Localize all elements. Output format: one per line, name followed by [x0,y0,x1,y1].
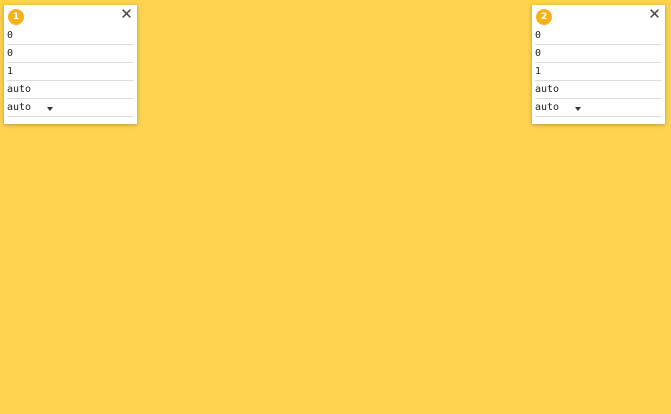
close-icon[interactable]: ✕ [647,6,662,23]
flex-grow-input[interactable]: 0 [7,45,133,63]
flex-grow-input[interactable]: 0 [535,45,661,63]
align-self-select[interactable]: auto [535,99,661,117]
chevron-down-icon [47,107,53,111]
flex-item-card: 2 ✕ 0 0 1 auto auto [532,5,665,124]
close-icon[interactable]: ✕ [119,6,134,23]
flex-basis-input[interactable]: auto [535,81,661,99]
item-number-badge: 2 [536,9,552,25]
flex-shrink-input[interactable]: 1 [7,63,133,81]
item-properties: 0 0 1 auto auto [535,27,661,117]
align-self-select[interactable]: auto [7,99,133,117]
order-input[interactable]: 0 [7,27,133,45]
flex-container: 1 ✕ 0 0 1 auto auto 2 ✕ 0 0 1 auto auto [0,0,671,414]
flex-basis-input[interactable]: auto [7,81,133,99]
chevron-down-icon [575,107,581,111]
item-number-badge: 1 [8,9,24,25]
flex-item-card: 1 ✕ 0 0 1 auto auto [4,5,137,124]
order-input[interactable]: 0 [535,27,661,45]
align-self-value: auto [7,102,32,113]
item-properties: 0 0 1 auto auto [7,27,133,117]
flex-shrink-input[interactable]: 1 [535,63,661,81]
align-self-value: auto [535,102,560,113]
